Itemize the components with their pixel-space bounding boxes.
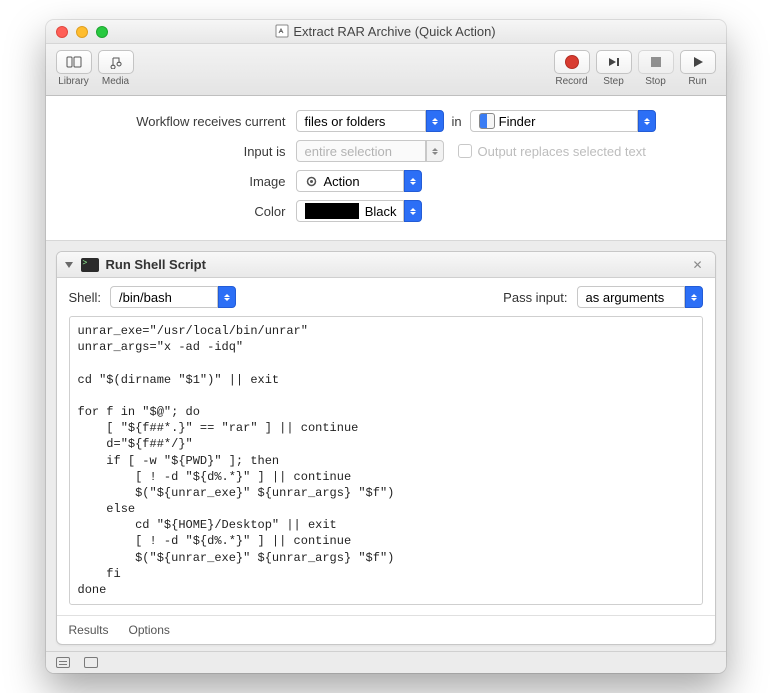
chevron-updown-icon — [426, 110, 444, 132]
window-title: Extract RAR Archive (Quick Action) — [46, 24, 726, 39]
step-icon — [606, 55, 622, 69]
stop-label: Stop — [645, 76, 666, 87]
action-card: Run Shell Script ✕ Shell: /bin/bash Pass… — [56, 251, 716, 645]
image-select[interactable]: Action — [296, 170, 422, 192]
gear-icon — [305, 174, 319, 188]
shell-label: Shell: — [69, 290, 102, 305]
automator-document-icon — [275, 24, 289, 38]
chevron-updown-icon — [404, 200, 422, 222]
library-button[interactable] — [56, 50, 92, 74]
chevron-updown-icon — [426, 140, 444, 162]
receives-label: Workflow receives current — [66, 114, 296, 129]
media-label: Media — [102, 76, 129, 87]
pass-input-label: Pass input: — [503, 290, 567, 305]
script-textarea[interactable]: unrar_exe="/usr/local/bin/unrar" unrar_a… — [69, 316, 703, 605]
window: Extract RAR Archive (Quick Action) Libra… — [46, 20, 726, 673]
statusbar — [46, 651, 726, 673]
action-title: Run Shell Script — [106, 257, 689, 272]
chevron-updown-icon — [218, 286, 236, 308]
close-window-button[interactable] — [56, 26, 68, 38]
options-tab[interactable]: Options — [129, 623, 170, 637]
chevron-updown-icon — [685, 286, 703, 308]
color-swatch — [305, 203, 359, 219]
play-icon — [691, 55, 705, 69]
action-header[interactable]: Run Shell Script ✕ — [57, 252, 715, 278]
minimize-window-button[interactable] — [76, 26, 88, 38]
results-tab[interactable]: Results — [69, 623, 109, 637]
input-is-select: entire selection — [296, 140, 444, 162]
in-label: in — [452, 114, 462, 129]
app-select[interactable]: Finder — [470, 110, 656, 132]
output-replaces-checkbox — [458, 144, 472, 158]
color-select[interactable]: Black — [296, 200, 422, 222]
chevron-updown-icon — [404, 170, 422, 192]
receives-select[interactable]: files or folders — [296, 110, 444, 132]
remove-action-button[interactable]: ✕ — [688, 258, 706, 272]
record-icon — [565, 55, 579, 69]
color-label: Color — [66, 204, 296, 219]
finder-icon — [479, 113, 495, 129]
step-label: Step — [603, 76, 624, 87]
run-label: Run — [688, 76, 706, 87]
zoom-window-button[interactable] — [96, 26, 108, 38]
run-button[interactable] — [680, 50, 716, 74]
input-is-label: Input is — [66, 144, 296, 159]
output-replaces-label: Output replaces selected text — [478, 144, 646, 159]
workflow-config: Workflow receives current files or folde… — [46, 96, 726, 241]
shell-select[interactable]: /bin/bash — [110, 286, 236, 308]
library-icon — [66, 55, 82, 69]
step-button[interactable] — [596, 50, 632, 74]
toolbar: Library Media Record Step — [46, 44, 726, 96]
image-label: Image — [66, 174, 296, 189]
stop-button[interactable] — [638, 50, 674, 74]
media-button[interactable] — [98, 50, 134, 74]
record-label: Record — [555, 76, 587, 87]
workflow-view-icon[interactable] — [84, 657, 98, 668]
terminal-icon — [81, 258, 99, 272]
record-button[interactable] — [554, 50, 590, 74]
disclosure-triangle-icon[interactable] — [65, 262, 73, 268]
chevron-updown-icon — [638, 110, 656, 132]
titlebar: Extract RAR Archive (Quick Action) — [46, 20, 726, 44]
media-icon — [108, 55, 124, 69]
log-view-icon[interactable] — [56, 657, 70, 668]
library-label: Library — [58, 76, 89, 87]
stop-icon — [649, 55, 663, 69]
pass-input-select[interactable]: as arguments — [577, 286, 703, 308]
